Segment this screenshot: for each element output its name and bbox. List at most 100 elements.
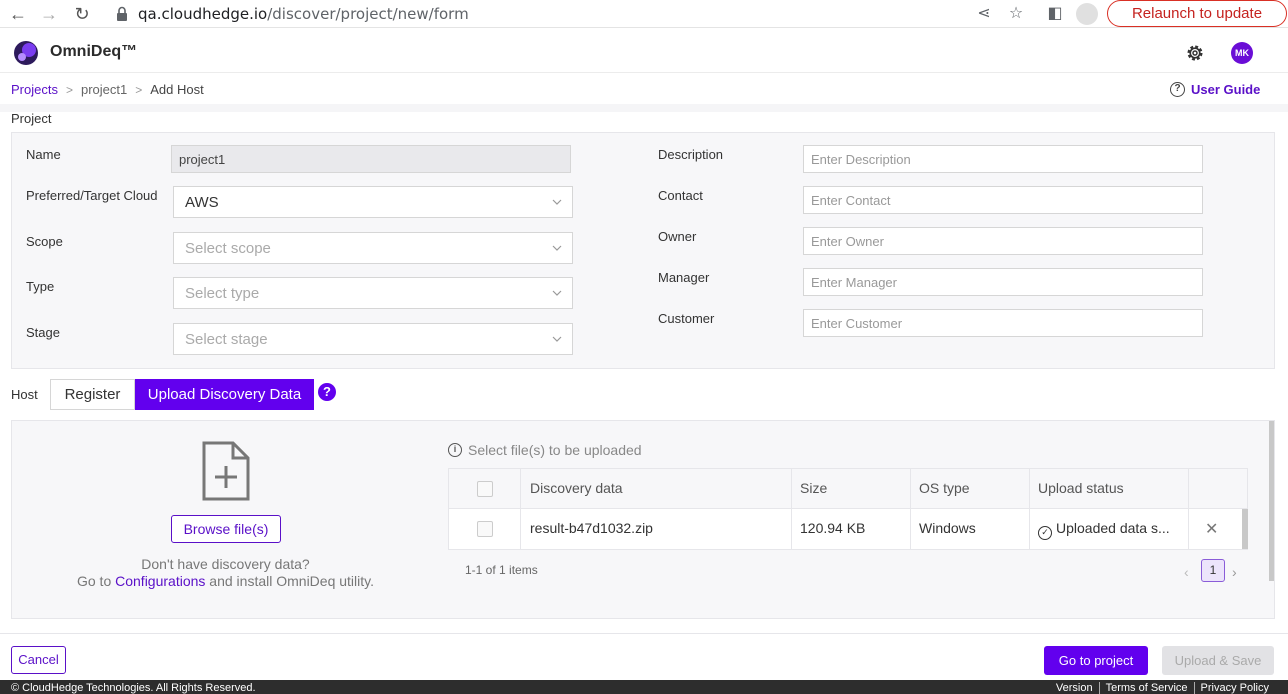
bookmark-star-icon[interactable]: ☆ [1006,4,1026,24]
omnideq-logo-icon [14,41,38,65]
owner-input[interactable]: Enter Owner [803,227,1203,255]
browser-toolbar: ← → ↻ qa.cloudhedge.io/discover/project/… [0,0,1288,28]
chevron-left-icon[interactable]: ‹ [1184,564,1189,580]
chevron-down-icon [552,199,562,205]
privacy-link[interactable]: Privacy Policy [1193,682,1275,694]
version-link[interactable]: Version [1050,682,1099,694]
tab-upload-discovery-data[interactable]: Upload Discovery Data [135,379,314,410]
terms-link[interactable]: Terms of Service [1098,682,1194,694]
cancel-button[interactable]: Cancel [11,646,66,674]
target-cloud-value: AWS [185,193,219,211]
copyright-text: © CloudHedge Technologies. All Rights Re… [11,682,256,694]
help-icon[interactable]: ? [318,383,336,401]
stage-label: Stage [26,325,60,340]
cell-upload-status: ✓ Uploaded data s... [1029,509,1188,549]
discovery-data-table: Discovery data Size OS type Upload statu… [448,468,1248,550]
file-add-icon [202,441,250,501]
type-placeholder: Select type [185,284,260,302]
hint-suffix: and install OmniDeq utility. [205,573,374,589]
type-label: Type [26,279,55,294]
select-files-info: i Select file(s) to be uploaded [448,442,642,458]
description-label: Description [658,147,724,162]
scope-label: Scope [26,234,63,249]
contact-input[interactable]: Enter Contact [803,186,1203,214]
target-cloud-label: Preferred/Target Cloud [26,188,158,203]
select-all-checkbox[interactable] [477,481,493,497]
column-actions [1188,469,1249,509]
name-label: Name [26,147,61,162]
table-header-row: Discovery data Size OS type Upload statu… [449,469,1247,509]
upload-panel: Browse file(s) Don't have discovery data… [11,420,1275,619]
stage-select[interactable]: Select stage [173,323,573,355]
tab-register[interactable]: Register [50,379,135,410]
chevron-right-icon: > [135,82,143,97]
target-cloud-select[interactable]: AWS [173,186,573,218]
footer-links: Version Terms of Service Privacy Policy [1050,682,1275,694]
panel-scrollbar[interactable] [1269,421,1274,581]
chevron-right-icon[interactable]: › [1232,564,1237,580]
row-checkbox[interactable] [477,521,493,537]
remove-file-icon[interactable]: ✕ [1205,519,1218,539]
host-label: Host [11,387,38,402]
browse-files-button[interactable]: Browse file(s) [171,515,281,543]
stage-placeholder: Select stage [185,330,268,348]
project-section-title: Project [11,111,52,126]
breadcrumb: Projects > project1 > Add Host [11,82,204,97]
contact-label: Contact [658,188,703,203]
cell-file-name: result-b47d1032.zip [520,509,791,549]
gear-icon[interactable] [1184,42,1206,64]
user-guide-label: User Guide [1191,82,1261,97]
select-files-text: Select file(s) to be uploaded [468,442,642,458]
scope-select[interactable]: Select scope [173,232,573,264]
cell-os-type: Windows [910,509,1029,549]
owner-label: Owner [658,229,697,244]
go-to-project-button[interactable]: Go to project [1044,646,1148,675]
breadcrumb-current: Add Host [150,82,204,97]
configurations-link[interactable]: Configurations [115,573,205,589]
browser-profile-avatar[interactable] [1076,3,1098,25]
user-avatar[interactable]: MK [1231,42,1253,64]
scope-placeholder: Select scope [185,239,271,257]
type-select[interactable]: Select type [173,277,573,309]
divider [0,104,1288,112]
address-bar[interactable]: qa.cloudhedge.io/discover/project/new/fo… [138,5,469,23]
breadcrumb-projects[interactable]: Projects [11,82,58,97]
chevron-down-icon [552,336,562,342]
cell-actions [1188,509,1249,549]
reload-icon[interactable]: ↻ [71,3,93,25]
project-form-panel: Name project1 Preferred/Target Cloud AWS… [11,132,1275,369]
column-upload-status[interactable]: Upload status [1029,469,1188,509]
lock-icon[interactable] [116,6,128,22]
upload-status-text: Uploaded data s... [1056,520,1170,536]
chevron-right-icon: > [65,82,73,97]
name-input: project1 [171,145,571,173]
upload-save-button[interactable]: Upload & Save [1162,646,1274,675]
pagination-summary: 1-1 of 1 items [465,563,538,577]
chevron-down-icon [552,245,562,251]
manager-label: Manager [658,270,710,285]
url-host: qa.cloudhedge.io [138,5,268,23]
cell-size: 120.94 KB [791,509,910,549]
side-panel-icon[interactable]: ◧ [1045,4,1065,24]
forward-icon[interactable]: → [38,3,60,25]
pagination-page[interactable]: 1 [1201,559,1225,582]
table-scrollbar[interactable] [1242,509,1248,549]
column-os-type[interactable]: OS type [910,469,1029,509]
user-guide-link[interactable]: ? User Guide [1170,82,1260,97]
relaunch-button[interactable]: Relaunch to update [1107,0,1287,27]
check-circle-icon: ✓ [1038,526,1052,540]
customer-input[interactable]: Enter Customer [803,309,1203,337]
table-row: result-b47d1032.zip 120.94 KB Windows ✓ U… [449,509,1249,549]
column-size[interactable]: Size [791,469,910,509]
back-icon[interactable]: ← [7,3,29,25]
column-discovery-data[interactable]: Discovery data [520,469,791,509]
breadcrumb-project[interactable]: project1 [81,82,127,97]
url-path: /discover/project/new/form [267,5,469,23]
brand-name: OmniDeq™ [50,43,138,60]
manager-input[interactable]: Enter Manager [803,268,1203,296]
description-input[interactable]: Enter Description [803,145,1203,173]
customer-label: Customer [658,311,715,326]
share-icon[interactable]: ⋖ [974,4,994,24]
chevron-down-icon [552,290,562,296]
info-icon: i [448,443,462,457]
